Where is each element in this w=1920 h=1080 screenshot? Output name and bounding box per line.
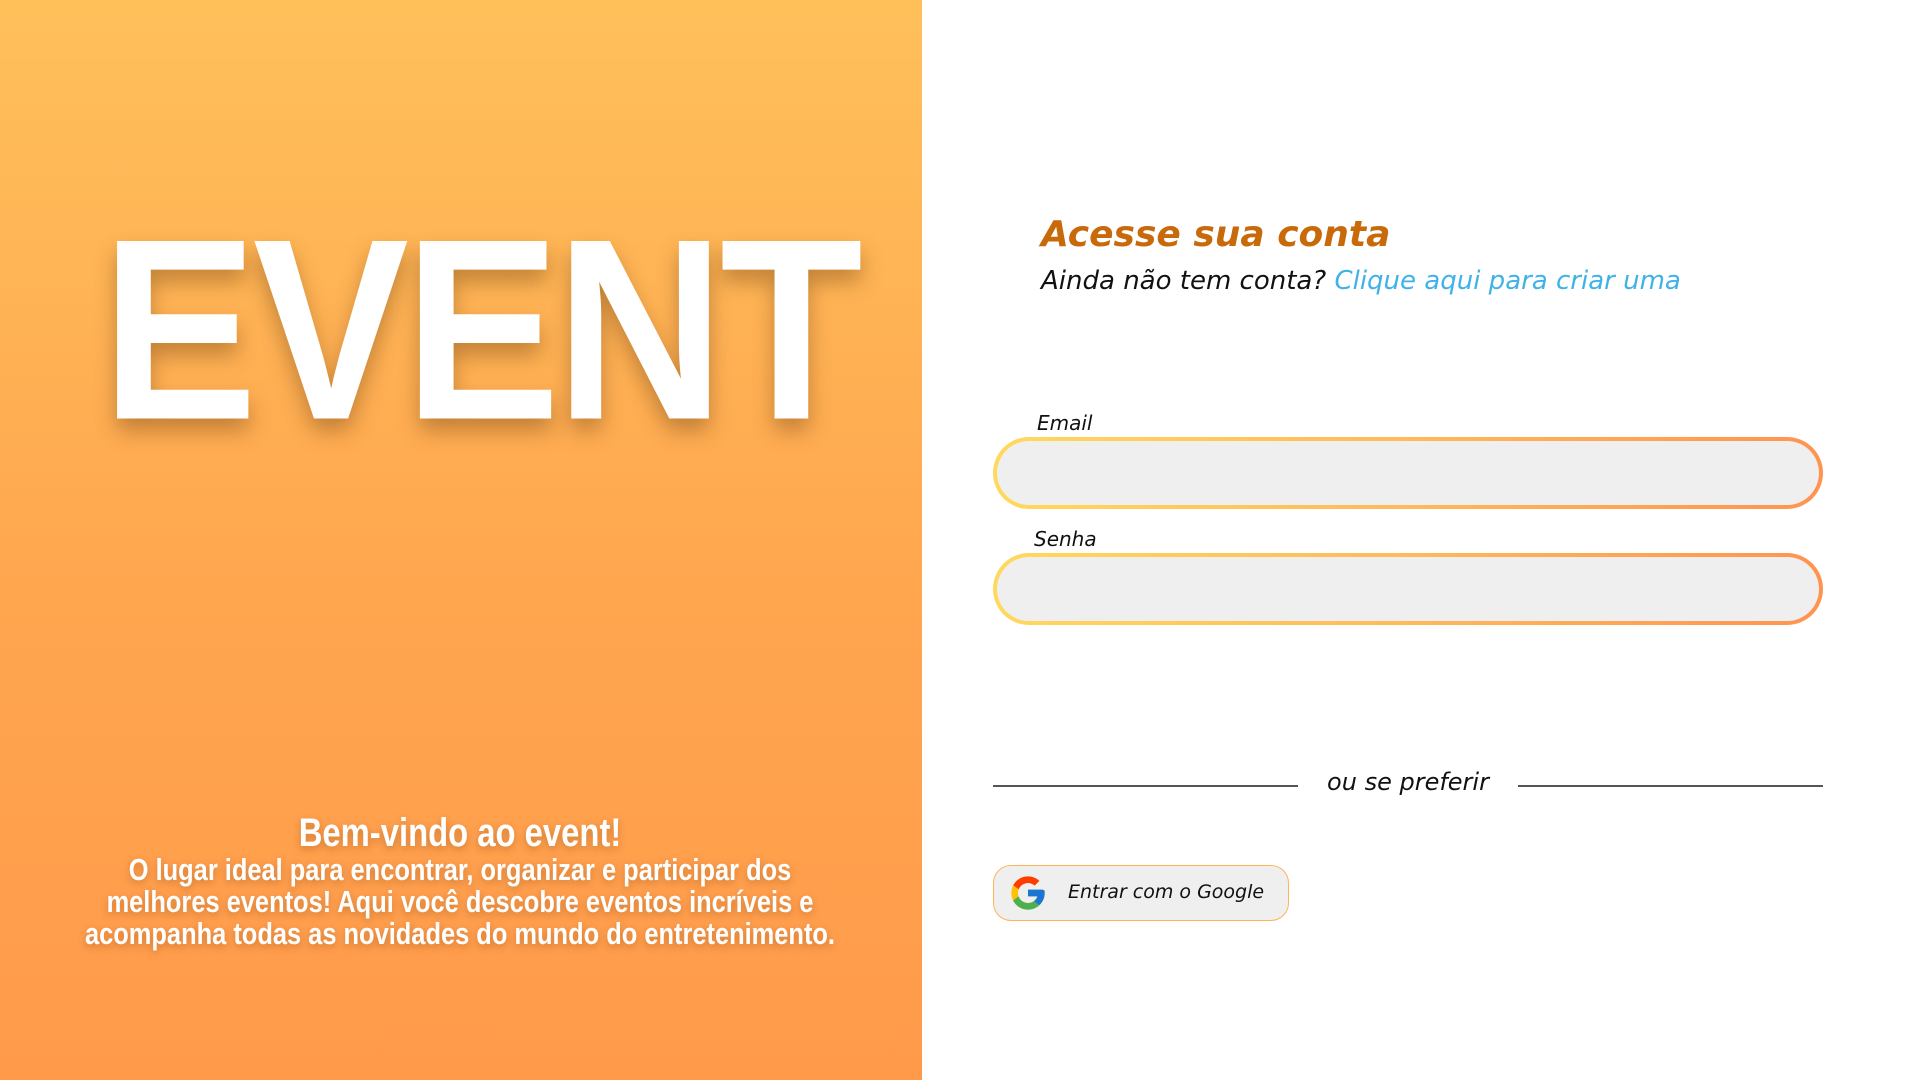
password-field-border	[993, 553, 1823, 625]
password-field[interactable]	[997, 557, 1819, 621]
welcome-block: Bem-vindo ao event! O lugar ideal para e…	[70, 812, 850, 950]
brand-logo: EVENT	[101, 184, 862, 474]
welcome-title: Bem-vindo ao event!	[298, 811, 622, 855]
password-label: Senha	[1034, 527, 1097, 551]
signup-prompt-line: Ainda não tem conta? Clique aqui para cr…	[1041, 266, 1681, 296]
divider-line-right	[1518, 785, 1823, 787]
signup-prompt: Ainda não tem conta?	[1041, 266, 1327, 296]
email-label: Email	[1037, 411, 1093, 435]
google-icon	[1011, 876, 1045, 910]
brand-panel: EVENT Bem-vindo ao event! O lugar ideal …	[0, 0, 922, 1080]
welcome-description: O lugar ideal para encontrar, organizar …	[85, 852, 835, 951]
google-button-label: Entrar com o Google	[1068, 881, 1265, 903]
login-form: Acesse sua conta Ainda não tem conta? Cl…	[993, 0, 1823, 1080]
divider-text: ou se preferir	[1327, 768, 1489, 796]
signup-link[interactable]: Clique aqui para criar uma	[1334, 266, 1680, 296]
login-page: EVENT Bem-vindo ao event! O lugar ideal …	[0, 0, 1920, 1080]
google-login-button[interactable]: Entrar com o Google	[993, 865, 1289, 921]
form-title: Acesse sua conta	[1041, 214, 1391, 255]
email-field[interactable]	[997, 441, 1819, 505]
email-field-border	[993, 437, 1823, 509]
